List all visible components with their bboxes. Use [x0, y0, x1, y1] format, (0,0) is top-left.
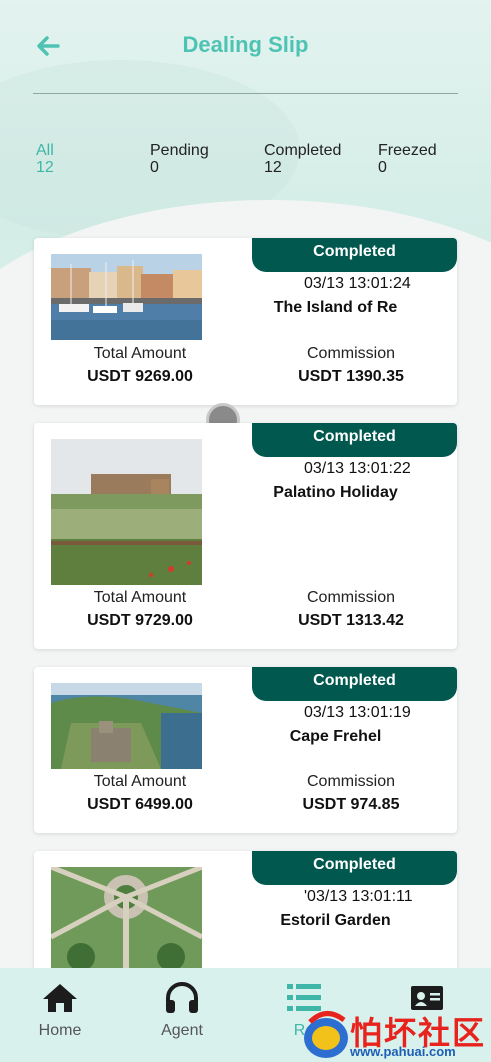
commission-value: USDT 1390.35 [298, 368, 404, 385]
status-badge: Completed [252, 423, 457, 457]
order-name: Palatino Holiday [273, 484, 398, 501]
page-title: Dealing Slip [182, 32, 309, 57]
order-time: '03/13 13:01:11 [304, 888, 413, 905]
tab-count: 12 [36, 159, 54, 176]
commission-value: USDT 974.85 [302, 796, 400, 813]
order-card[interactable]: Completed 03/13 13:01:24 The Island of R… [34, 238, 457, 405]
commission-label: Commission [306, 345, 395, 362]
total-amount-value: USDT 6499.00 [87, 796, 193, 813]
tab-freezed[interactable]: Freezed 0 [378, 142, 437, 176]
headphones-icon [166, 982, 198, 1013]
status-badge: Completed [252, 238, 457, 272]
page-header: Dealing Slip [0, 0, 491, 94]
total-amount-label: Total Amount [93, 773, 187, 790]
tab-label: Completed [264, 142, 342, 159]
order-time: 03/13 13:01:19 [304, 704, 411, 721]
total-amount-value: USDT 9269.00 [87, 368, 193, 385]
tab-completed[interactable]: Completed 12 [264, 142, 341, 176]
tab-count: 0 [150, 159, 159, 176]
order-name: Estoril Garden [280, 912, 391, 929]
order-image [51, 439, 202, 585]
nav-label: Agent [161, 1022, 203, 1039]
total-amount-value: USDT 9729.00 [87, 612, 193, 629]
order-card[interactable]: Completed 03/13 13:01:19 Cape Frehel Tot… [34, 667, 457, 833]
order-image [51, 254, 202, 340]
header-divider [33, 93, 458, 94]
tab-label: Pending [150, 142, 209, 159]
order-card[interactable]: Completed 03/13 13:01:22 Palatino Holida… [34, 423, 457, 649]
tab-label: All [36, 142, 54, 159]
tab-count: 12 [264, 159, 282, 176]
tab-label: Freezed [378, 142, 437, 159]
nav-home[interactable]: Home [15, 982, 105, 1040]
tab-pending[interactable]: Pending 0 [150, 142, 209, 176]
home-icon [43, 984, 77, 1012]
order-time: 03/13 13:01:24 [304, 275, 411, 292]
status-badge: Completed [252, 667, 457, 701]
status-badge: Completed [252, 851, 457, 885]
nav-agent[interactable]: Agent [137, 982, 227, 1040]
total-amount-label: Total Amount [93, 589, 187, 606]
watermark: 怕坏社区 www.pahuai.com [298, 1006, 491, 1062]
nav-label: Home [38, 1022, 82, 1039]
watermark-logo-icon [304, 1011, 348, 1058]
order-name: Cape Frehel [289, 728, 382, 745]
commission-value: USDT 1313.42 [298, 612, 404, 629]
order-image [51, 683, 202, 769]
watermark-url: www.pahuai.com [350, 1044, 456, 1059]
total-amount-label: Total Amount [93, 345, 187, 362]
tab-count: 0 [378, 159, 387, 176]
commission-label: Commission [306, 773, 395, 790]
commission-label: Commission [306, 589, 395, 606]
status-tabs: All 12 Pending 0 Completed 12 Freezed 0 [0, 142, 491, 182]
tab-all[interactable]: All 12 [36, 142, 54, 176]
order-name: The Island of Re [273, 299, 398, 316]
order-time: 03/13 13:01:22 [304, 460, 411, 477]
